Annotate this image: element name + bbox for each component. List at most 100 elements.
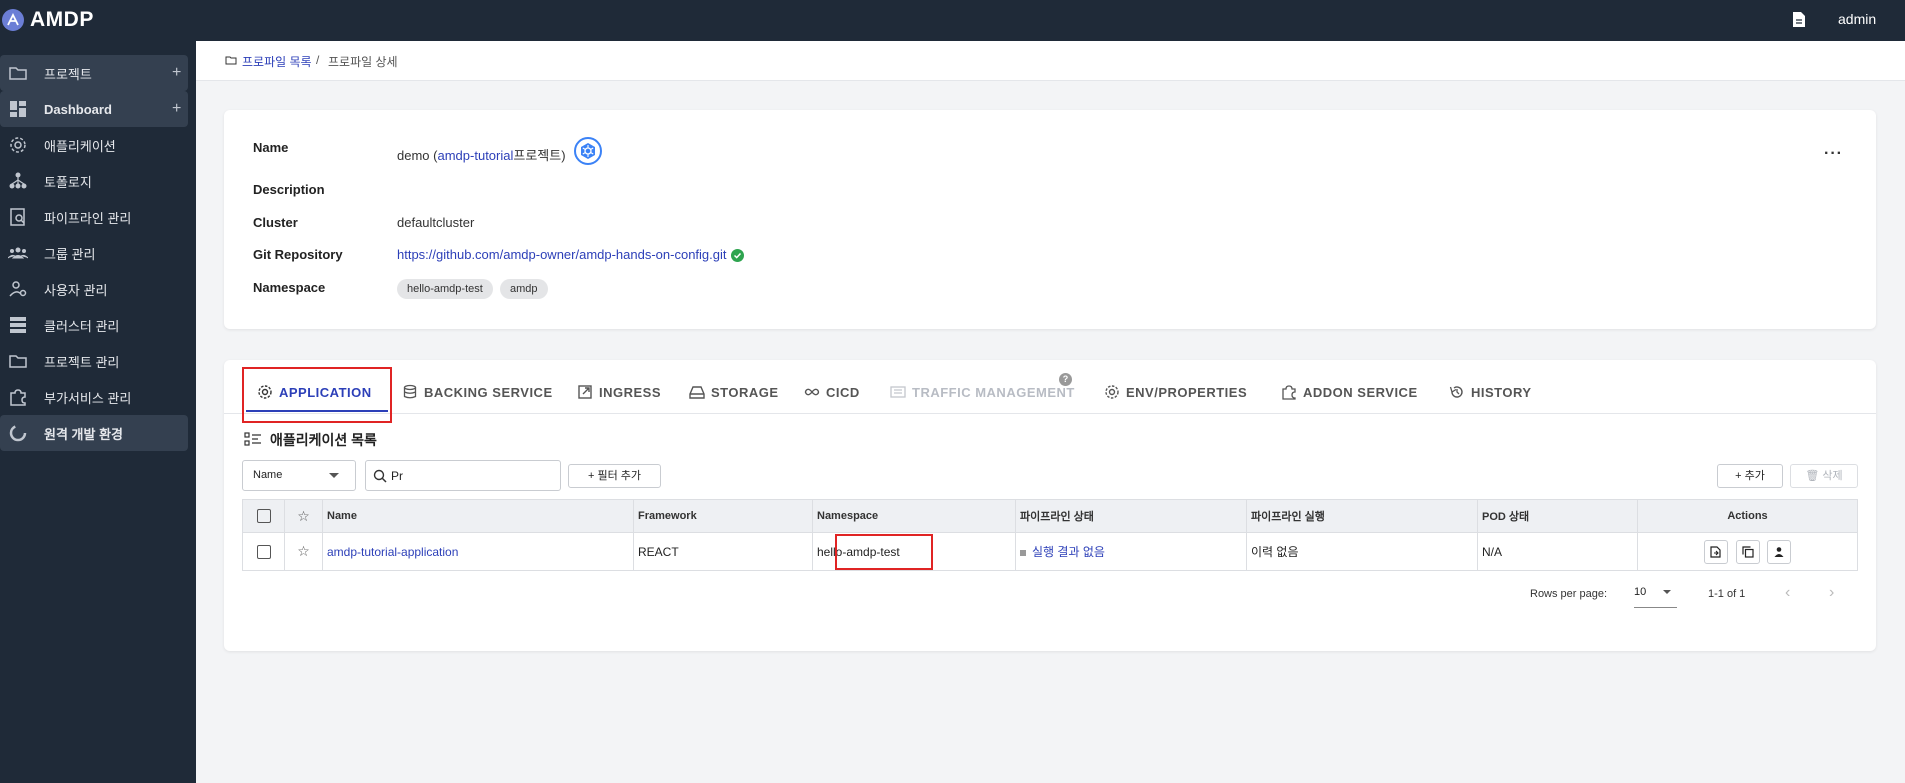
tab-label: ADDON SERVICE (1303, 384, 1418, 400)
add-project-button[interactable]: + (172, 64, 181, 82)
filter-field-select[interactable]: Name (242, 460, 356, 491)
column-header-pipeline-run[interactable]: 파이프라인 실행 (1246, 499, 1478, 533)
open-action-button[interactable] (1704, 539, 1729, 564)
sidebar-item-label: 부가서비스 관리 (44, 390, 132, 406)
git-repository-link[interactable]: https://github.com/amdp-owner/amdp-hands… (397, 247, 727, 262)
project-link[interactable]: amdp-tutorial (438, 148, 514, 163)
puzzle-icon (1282, 385, 1296, 400)
column-header-namespace[interactable]: Namespace (812, 499, 1016, 533)
group-icon (8, 247, 28, 259)
rows-per-page-select[interactable]: 10 (1634, 582, 1677, 608)
copy-action-button[interactable] (1735, 539, 1760, 564)
sidebar-item-label: 애플리케이션 (44, 138, 116, 154)
sidebar-item-group[interactable]: 그룹 관리 (0, 235, 188, 271)
search-input[interactable] (391, 467, 551, 485)
application-name-link[interactable]: amdp-tutorial-application (327, 545, 458, 559)
sidebar-item-label: 토폴로지 (44, 174, 92, 190)
tab-label: HISTORY (1471, 384, 1532, 400)
column-header-framework[interactable]: Framework (633, 499, 813, 533)
folder-icon (9, 67, 27, 80)
namespace-chip: amdp (500, 279, 548, 299)
row-name-cell: amdp-tutorial-application (322, 532, 634, 571)
topology-icon (9, 172, 27, 189)
external-link-icon (578, 385, 592, 399)
tab-history[interactable]: HISTORY (1449, 382, 1532, 402)
search-box[interactable] (365, 460, 561, 491)
cluster-label: Cluster (253, 215, 298, 230)
user-action-button[interactable] (1766, 539, 1791, 564)
table-row: ☆ amdp-tutorial-application REACT hello-… (242, 532, 1858, 571)
row-framework: REACT (633, 532, 813, 571)
sidebar-item-label: 그룹 관리 (44, 246, 96, 262)
check-circle-icon (731, 249, 744, 262)
next-page-button[interactable]: › (1829, 584, 1834, 602)
column-header-actions: Actions (1637, 499, 1858, 533)
tab-label: CICD (826, 384, 860, 400)
row-pod-status: N/A (1477, 532, 1638, 571)
sidebar-item-user[interactable]: 사용자 관리 (0, 271, 188, 307)
tab-ingress[interactable]: INGRESS (577, 382, 661, 402)
user-menu[interactable]: admin (1838, 11, 1876, 27)
resource-tabs: APPLICATION BACKING SERVICE INGRESS STOR… (224, 360, 1876, 414)
tab-storage[interactable]: STORAGE (689, 382, 779, 402)
table-header-row: ☆ Name Framework Namespace 파이프라인 상태 파이프라… (242, 499, 1858, 533)
help-icon[interactable]: ? (1059, 373, 1072, 386)
gear-icon (10, 137, 26, 153)
caret-down-icon (1663, 590, 1671, 594)
add-dashboard-button[interactable]: + (172, 100, 181, 118)
section-title: 애플리케이션 목록 (244, 430, 377, 450)
kubernetes-icon (574, 137, 602, 165)
sidebar-item-label: Dashboard (44, 101, 112, 117)
sidebar-item-topology[interactable]: 토폴로지 (0, 163, 188, 199)
database-icon (403, 384, 417, 399)
sidebar-item-pipeline[interactable]: 파이프라인 관리 (0, 199, 188, 235)
project-suffix: 프로젝트) (513, 148, 566, 163)
delete-button[interactable]: 🗑 삭제 (1790, 464, 1858, 488)
sidebar-item-addon[interactable]: 부가서비스 관리 (0, 379, 188, 415)
select-all-checkbox[interactable] (256, 509, 271, 523)
prev-page-button[interactable]: ‹ (1785, 584, 1790, 602)
highlight-box (835, 534, 933, 570)
top-bar: AMDP admin (0, 0, 1905, 41)
tab-backing-service[interactable]: BACKING SERVICE (402, 382, 553, 402)
pipeline-status-link[interactable]: 실행 결과 없음 (1032, 545, 1105, 559)
status-square-icon (1020, 549, 1026, 556)
add-button[interactable]: + 추가 (1717, 464, 1783, 488)
column-header-pipeline-status[interactable]: 파이프라인 상태 (1015, 499, 1247, 533)
sidebar-item-cluster[interactable]: 클러스터 관리 (0, 307, 188, 343)
gear-icon (1105, 385, 1119, 399)
sidebar-item-label: 원격 개발 환경 (44, 426, 123, 442)
add-filter-button[interactable]: + 필터 추가 (568, 464, 661, 488)
column-header-name[interactable]: Name (322, 499, 634, 533)
logo-icon (2, 9, 24, 31)
column-header-pod-status[interactable]: POD 상태 (1477, 499, 1638, 533)
name-label: Name (253, 140, 289, 155)
row-pipeline-run: 이력 없음 (1246, 532, 1478, 571)
document-icon[interactable] (1792, 11, 1806, 28)
filter-field-value: Name (253, 469, 283, 481)
cluster-value: defaultcluster (397, 215, 475, 230)
star-icon[interactable]: ☆ (297, 543, 310, 559)
more-options-button[interactable]: ··· (1824, 145, 1843, 163)
tab-label: ENV/PROPERTIES (1126, 384, 1248, 400)
rows-per-page-label: Rows per page: (1530, 588, 1608, 600)
sidebar-item-project-manage[interactable]: 프로젝트 관리 (0, 343, 188, 379)
breadcrumb-profile-list-link[interactable]: 프로파일 목록 (242, 53, 312, 70)
star-icon[interactable]: ☆ (297, 508, 310, 524)
sidebar-item-project[interactable]: 프로젝트 + (0, 55, 188, 91)
caret-down-icon (329, 473, 339, 478)
app-logo[interactable]: AMDP (2, 8, 94, 32)
search-icon (373, 469, 387, 483)
sidebar-item-remote-dev[interactable]: 원격 개발 환경 (0, 415, 188, 451)
sidebar-item-application[interactable]: 애플리케이션 (0, 127, 188, 163)
breadcrumb: 프로파일 목록 / 프로파일 상세 (196, 41, 1905, 81)
tab-addon-service[interactable]: ADDON SERVICE (1281, 382, 1418, 402)
tab-env-properties[interactable]: ENV/PROPERTIES (1104, 382, 1247, 402)
tab-cicd[interactable]: CICD (804, 382, 860, 402)
file-open-icon (1710, 545, 1721, 558)
checklist-icon (244, 432, 261, 446)
folder-icon (9, 355, 27, 368)
row-checkbox[interactable] (256, 544, 271, 559)
puzzle-icon (10, 389, 26, 406)
sidebar-item-dashboard[interactable]: Dashboard + (0, 91, 188, 127)
